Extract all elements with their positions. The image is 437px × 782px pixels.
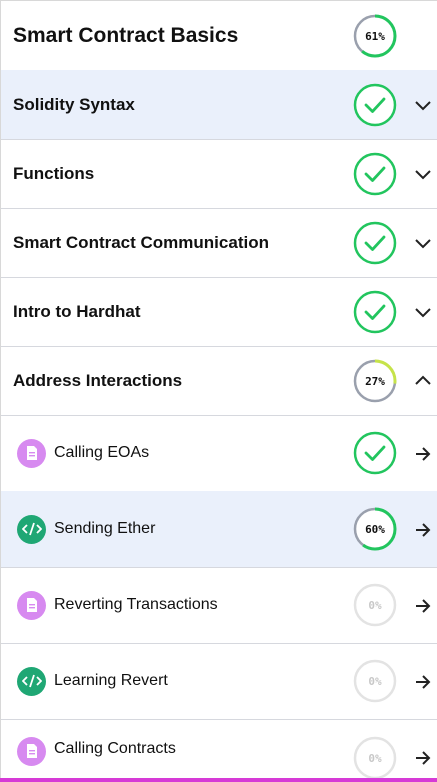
course-title: Smart Contract Basics xyxy=(13,23,239,47)
lesson-sending-ether[interactable]: Sending Ether 60% xyxy=(1,491,437,568)
lesson-reverting-transactions[interactable]: Reverting Transactions 0% xyxy=(1,567,437,644)
lesson-label: Reverting Transactions xyxy=(54,596,218,613)
lesson-calling-eoas[interactable]: Calling EOAs xyxy=(1,415,437,492)
chevron-down-icon[interactable] xyxy=(412,232,434,254)
arrow-right-icon[interactable] xyxy=(412,519,434,541)
course-header: Smart Contract Basics 61% xyxy=(1,1,437,71)
document-icon xyxy=(17,438,46,468)
section-label: Address Interactions xyxy=(13,370,183,390)
complete-check-icon xyxy=(353,83,397,127)
chevron-up-icon[interactable] xyxy=(412,370,434,392)
complete-check-icon xyxy=(353,431,397,475)
section-label: Intro to Hardhat xyxy=(13,301,141,321)
arrow-right-icon[interactable] xyxy=(412,595,434,617)
lesson-label: Calling Contracts xyxy=(54,740,176,757)
lesson-progress-ring: 0% xyxy=(353,583,397,627)
section-label: Smart Contract Communication xyxy=(13,232,269,252)
section-smart-contract-communication[interactable]: Smart Contract Communication xyxy=(1,208,437,278)
lesson-progress-ring: 60% xyxy=(353,507,397,551)
document-icon xyxy=(17,590,46,620)
lesson-calling-contracts[interactable]: Calling Contracts 0% xyxy=(1,719,437,782)
chevron-down-icon[interactable] xyxy=(412,301,434,323)
section-functions[interactable]: Functions xyxy=(1,139,437,209)
course-panel: Smart Contract Basics 61% Solidity Synta… xyxy=(0,0,437,782)
progress-percent: 0% xyxy=(368,675,382,688)
bottom-accent-bar xyxy=(0,778,437,782)
section-address-interactions[interactable]: Address Interactions 27% xyxy=(1,346,437,416)
complete-check-icon xyxy=(353,221,397,265)
chevron-down-icon[interactable] xyxy=(412,163,434,185)
section-label: Solidity Syntax xyxy=(13,94,135,114)
lesson-learning-revert[interactable]: Learning Revert 0% xyxy=(1,643,437,720)
section-intro-to-hardhat[interactable]: Intro to Hardhat xyxy=(1,277,437,347)
progress-percent: 60% xyxy=(365,523,385,536)
progress-percent: 27% xyxy=(365,375,385,388)
lesson-label: Calling EOAs xyxy=(54,444,150,461)
section-solidity-syntax[interactable]: Solidity Syntax xyxy=(1,70,437,140)
progress-percent: 0% xyxy=(368,599,382,612)
course-progress-ring: 61% xyxy=(353,14,397,58)
lesson-progress-ring: 0% xyxy=(353,659,397,703)
arrow-right-icon[interactable] xyxy=(412,747,434,769)
arrow-right-icon[interactable] xyxy=(412,443,434,465)
chevron-down-icon[interactable] xyxy=(412,94,434,116)
complete-check-icon xyxy=(353,290,397,334)
progress-percent: 0% xyxy=(368,752,382,765)
document-icon xyxy=(17,736,46,766)
lesson-label: Learning Revert xyxy=(54,672,168,689)
arrow-right-icon[interactable] xyxy=(412,671,434,693)
code-icon xyxy=(17,666,46,696)
section-progress-ring: 27% xyxy=(353,359,397,403)
lesson-progress-ring: 0% xyxy=(353,736,397,780)
complete-check-icon xyxy=(353,152,397,196)
code-icon xyxy=(17,514,46,544)
progress-percent: 61% xyxy=(365,30,385,43)
lesson-label: Sending Ether xyxy=(54,520,156,537)
section-label: Functions xyxy=(13,163,95,183)
